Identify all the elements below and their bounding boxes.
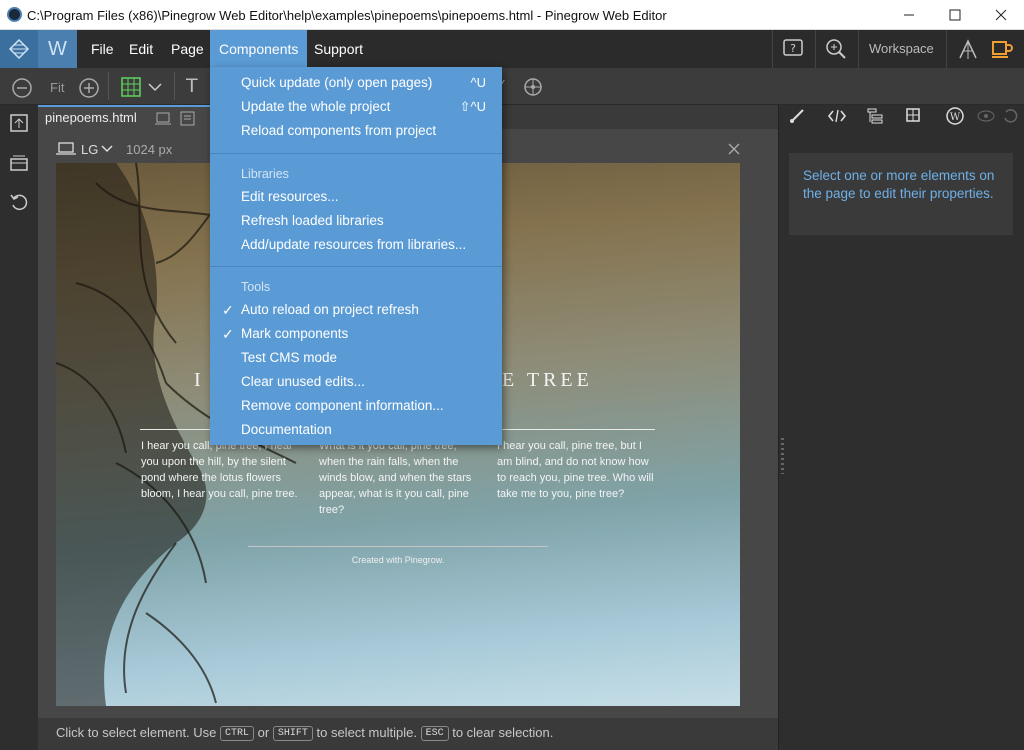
properties-info-box: Select one or more elements on the page … <box>789 153 1013 235</box>
status-text-or: or <box>257 725 270 740</box>
libraries-header: Libraries <box>241 167 289 181</box>
tree-structure-icon[interactable] <box>866 107 884 125</box>
footer-text: Created with Pinegrow. <box>351 555 445 565</box>
svg-text:W: W <box>950 112 961 123</box>
tools-header: Tools <box>241 280 271 294</box>
menu-item-auto-reload[interactable]: Auto reload on project refresh <box>241 302 419 317</box>
settings-wheel-icon[interactable] <box>522 76 544 98</box>
menu-item-refresh-libraries[interactable]: Refresh loaded libraries <box>241 213 384 228</box>
menu-item-remove-component-info[interactable]: Remove component information... <box>241 398 444 413</box>
zoom-out-icon[interactable] <box>11 77 33 99</box>
menu-support[interactable]: Support <box>305 30 372 68</box>
code-icon[interactable] <box>827 107 847 125</box>
chevron-down-icon[interactable] <box>147 80 163 94</box>
menu-item-mark-components[interactable]: Mark components <box>241 326 348 341</box>
zoom-icon[interactable] <box>825 38 847 60</box>
refresh-icon[interactable] <box>1002 107 1018 125</box>
menu-file[interactable]: File <box>82 30 123 68</box>
menu-item-update-project[interactable]: Update the whole project <box>241 99 390 114</box>
poem-column-2: What is it you call, pine tree, when the… <box>319 440 472 516</box>
menu-separator <box>210 153 502 154</box>
coffee-cup-icon[interactable] <box>990 38 1014 60</box>
menu-item-test-cms[interactable]: Test CMS mode <box>241 350 337 365</box>
checkmark-icon: ✓ <box>222 302 234 318</box>
laptop-icon[interactable] <box>56 142 76 156</box>
device-label[interactable]: LG <box>81 142 98 157</box>
ctrl-key-badge: CTRL <box>220 726 255 742</box>
zoom-fit-label[interactable]: Fit <box>50 80 64 95</box>
layout-grid-icon[interactable] <box>121 77 141 97</box>
poem-column-3: I hear you call, pine tree, but I am bli… <box>497 440 654 500</box>
menu-page[interactable]: Page <box>162 30 213 68</box>
title-bar: C:\Program Files (x86)\Pinegrow Web Edit… <box>0 0 1024 30</box>
poem-column-1: I hear you call, pine tree, I hear you u… <box>141 440 298 500</box>
menu-item-edit-resources[interactable]: Edit resources... <box>241 189 339 204</box>
heading-left-fragment: I <box>194 369 205 391</box>
wordpress-icon[interactable]: W <box>945 106 965 126</box>
components-dropdown-menu: Quick update (only open pages) ^U Update… <box>210 67 502 445</box>
status-text-3: to clear selection. <box>452 725 554 740</box>
status-bar: Click to select element. Use CTRL or SHI… <box>38 718 778 750</box>
svg-text:?: ? <box>790 42 796 55</box>
page-width-label: 1024 px <box>126 142 173 157</box>
document-tab[interactable]: pinepoems.html <box>38 105 210 130</box>
status-text-1: Click to select element. Use <box>56 725 217 740</box>
pinegrow-logo-icon[interactable] <box>0 30 38 68</box>
help-icon[interactable]: ? <box>782 38 804 60</box>
app-icon <box>7 7 22 22</box>
menu-separator <box>210 266 502 267</box>
checkmark-icon: ✓ <box>222 326 234 342</box>
menu-item-documentation[interactable]: Documentation <box>241 422 332 437</box>
document-tab-label: pinepoems.html <box>45 110 137 125</box>
window-title: C:\Program Files (x86)\Pinegrow Web Edit… <box>27 8 667 23</box>
undo-icon[interactable] <box>9 192 29 212</box>
pine-tree-icon[interactable] <box>957 38 979 60</box>
wordpress-mode-icon[interactable]: W <box>38 30 77 68</box>
library-icon[interactable] <box>9 153 29 173</box>
menu-item-clear-unused-edits[interactable]: Clear unused edits... <box>241 374 365 389</box>
menu-item-quick-update[interactable]: Quick update (only open pages) <box>241 75 432 90</box>
heading-right-fragment: E TREE <box>502 369 593 391</box>
close-window-button[interactable] <box>978 0 1024 30</box>
maximize-button[interactable] <box>932 0 978 30</box>
visibility-eye-icon[interactable] <box>977 110 995 122</box>
shift-key-badge: SHIFT <box>272 726 313 742</box>
menu-item-add-update-resources[interactable]: Add/update resources from libraries... <box>241 237 466 252</box>
menu-edit[interactable]: Edit <box>120 30 162 68</box>
edit-code-icon[interactable] <box>180 111 196 127</box>
status-text-2: to select multiple. <box>316 725 417 740</box>
menu-components[interactable]: Components <box>210 30 308 68</box>
panel-resize-handle[interactable] <box>781 438 784 474</box>
page-sync-icon[interactable] <box>9 113 29 133</box>
text-tool-icon[interactable]: T <box>186 75 198 97</box>
quick-update-shortcut: ^U <box>470 75 487 90</box>
close-page-icon[interactable] <box>728 143 740 155</box>
zoom-in-icon[interactable] <box>78 77 100 99</box>
menu-item-reload-components[interactable]: Reload components from project <box>241 123 436 138</box>
workspace-label[interactable]: Workspace <box>869 41 934 56</box>
minimize-button[interactable] <box>886 0 932 30</box>
footer-divider <box>248 546 548 547</box>
components-puzzle-icon[interactable] <box>905 107 923 125</box>
style-brush-icon[interactable] <box>788 107 806 125</box>
device-chevron-down-icon[interactable] <box>100 144 114 154</box>
properties-info-message: Select one or more elements on the page … <box>803 168 995 201</box>
update-project-shortcut: ⇧^U <box>459 99 486 114</box>
esc-key-badge: ESC <box>420 726 449 742</box>
preview-icon[interactable] <box>155 112 171 126</box>
